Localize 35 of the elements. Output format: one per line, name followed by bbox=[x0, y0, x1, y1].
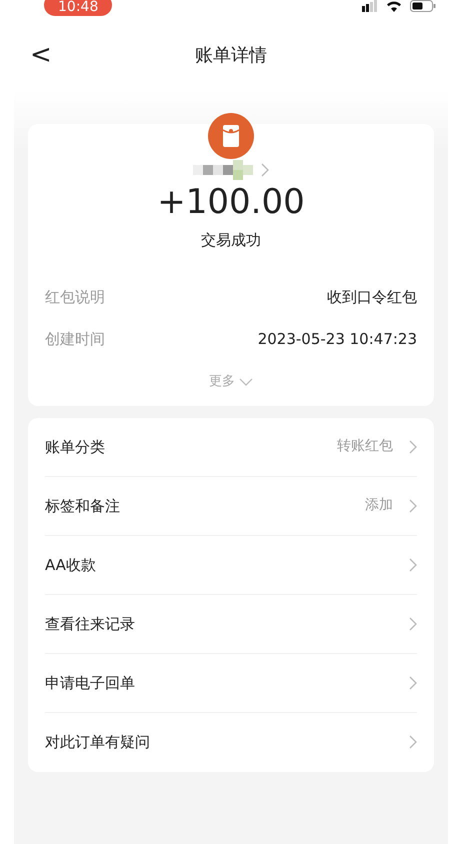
menu-item[interactable]: AA收款 bbox=[45, 536, 417, 595]
detail-value: 收到口令红包 bbox=[327, 286, 417, 308]
menu-label: 标签和备注 bbox=[45, 496, 120, 517]
detail-label: 创建时间 bbox=[45, 328, 105, 350]
battery-icon bbox=[410, 0, 436, 12]
back-button[interactable]: < bbox=[0, 42, 70, 68]
menu-item[interactable]: 申请电子回单 bbox=[45, 654, 417, 713]
menu-label: 对此订单有疑问 bbox=[45, 732, 150, 754]
wifi-icon bbox=[386, 0, 402, 12]
menu-value: 转账红包 bbox=[337, 437, 393, 456]
menu-item[interactable]: 查看往来记录 bbox=[45, 594, 417, 654]
chevron-right-icon[interactable] bbox=[261, 163, 269, 177]
chevron-right-icon bbox=[409, 735, 417, 750]
page-title: 账单详情 bbox=[195, 44, 267, 68]
menu-label: 查看往来记录 bbox=[45, 614, 135, 635]
menu-item[interactable]: 账单分类 转账红包 bbox=[45, 418, 417, 477]
status-time: 10:48 bbox=[44, 0, 112, 16]
chevron-right-icon bbox=[409, 498, 417, 513]
blurred-name bbox=[193, 160, 253, 180]
menu-label: 账单分类 bbox=[45, 436, 105, 458]
menu-label: 申请电子回单 bbox=[45, 672, 135, 694]
chevron-down-icon bbox=[239, 378, 253, 386]
detail-value: 2023-05-23 10:47:23 bbox=[258, 328, 417, 350]
chevron-right-icon bbox=[409, 558, 417, 572]
transaction-status: 交易成功 bbox=[200, 230, 262, 252]
menu-item[interactable]: 对此订单有疑问 bbox=[45, 712, 417, 772]
detail-label: 红包说明 bbox=[45, 286, 105, 308]
chevron-right-icon bbox=[409, 676, 417, 690]
menu-label: AA收款 bbox=[45, 554, 96, 576]
menu-value: 添加 bbox=[365, 496, 393, 516]
menu-item[interactable]: 标签和备注 添加 bbox=[45, 476, 417, 536]
amount: +100.00 bbox=[156, 184, 306, 222]
chevron-right-icon bbox=[409, 616, 417, 631]
chevron-right-icon bbox=[409, 440, 417, 454]
signal-icon bbox=[362, 0, 378, 12]
